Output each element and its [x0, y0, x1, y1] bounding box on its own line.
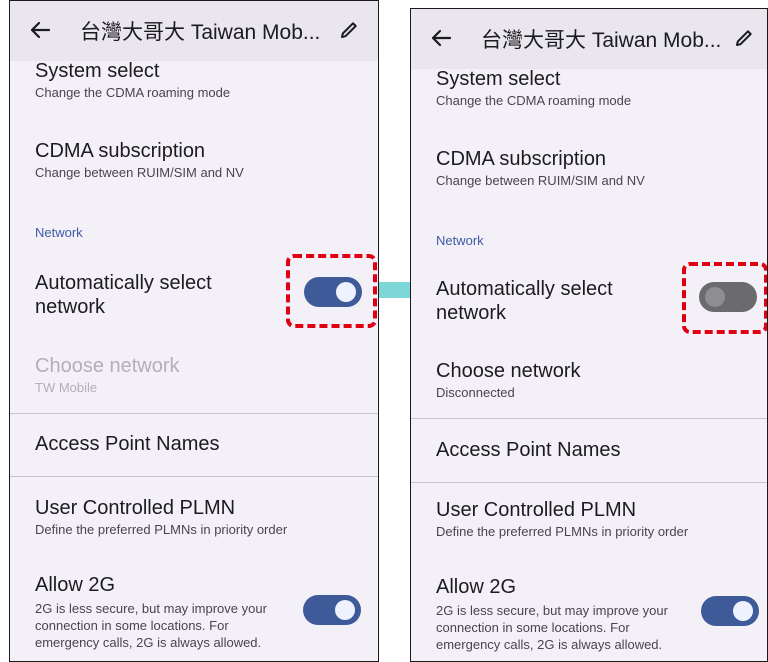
system-select-item[interactable]: System select Change the CDMA roaming mo… — [35, 59, 288, 101]
cdma-subscription-item[interactable]: CDMA subscription Change between RUIM/SI… — [436, 147, 677, 189]
app-bar: 台灣大哥大 Taiwan Mob... — [10, 1, 378, 61]
cdma-subscription-item[interactable]: CDMA subscription Change between RUIM/SI… — [35, 139, 288, 181]
item-title: CDMA subscription — [436, 148, 607, 170]
item-subtitle: Change between RUIM/SIM and NV — [35, 165, 244, 180]
item-title: Choose network — [35, 355, 180, 377]
item-subtitle: Change between RUIM/SIM and NV — [436, 173, 645, 188]
item-title: Allow 2G — [35, 574, 116, 596]
item-title: CDMA subscription — [35, 140, 206, 162]
item-subtitle: Disconnected — [436, 385, 515, 400]
item-subtitle: TW Mobile — [35, 380, 98, 395]
item-title: System select — [436, 68, 561, 90]
item-title: User Controlled PLMN — [436, 499, 637, 521]
choose-network-item: Choose network TW Mobile — [35, 354, 288, 396]
choose-network-item[interactable]: Choose network Disconnected — [436, 359, 677, 401]
access-point-names-item[interactable]: Access Point Names — [436, 438, 677, 462]
item-title: Allow 2G — [436, 576, 517, 598]
divider — [411, 418, 767, 419]
item-title: Choose network — [436, 360, 581, 382]
divider — [10, 476, 378, 477]
item-subtitle: Change the CDMA roaming mode — [436, 93, 632, 108]
item-title: User Controlled PLMN — [35, 497, 236, 519]
screen-before: 台灣大哥大 Taiwan Mob... System select Change… — [9, 0, 379, 662]
item-subtitle: 2G is less secure, but may improve your … — [35, 601, 267, 650]
page-title: 台灣大哥大 Taiwan Mob... — [481, 29, 722, 52]
pencil-icon[interactable] — [338, 19, 360, 41]
highlight-box — [682, 262, 767, 334]
user-controlled-plmn-item[interactable]: User Controlled PLMN Define the preferre… — [35, 496, 368, 538]
divider — [411, 482, 767, 483]
allow-2g-item[interactable]: Allow 2G 2G is less secure, but may impr… — [436, 575, 671, 653]
allow-2g-toggle[interactable] — [303, 595, 361, 625]
app-bar: 台灣大哥大 Taiwan Mob... — [411, 9, 767, 69]
system-select-item[interactable]: System select Change the CDMA roaming mo… — [436, 67, 677, 109]
allow-2g-item[interactable]: Allow 2G 2G is less secure, but may impr… — [35, 573, 274, 651]
section-header-network: Network — [436, 233, 484, 248]
page-title: 台灣大哥大 Taiwan Mob... — [80, 21, 321, 44]
automatically-select-network-item[interactable]: Automatically select network — [35, 271, 228, 319]
item-title: Access Point Names — [436, 439, 621, 461]
allow-2g-toggle[interactable] — [701, 596, 759, 626]
section-header-network: Network — [35, 225, 83, 240]
divider — [10, 413, 378, 414]
back-arrow-icon[interactable] — [28, 15, 52, 45]
item-title: System select — [35, 60, 160, 82]
item-subtitle: 2G is less secure, but may improve your … — [436, 603, 668, 652]
item-subtitle: Define the preferred PLMNs in priority o… — [436, 524, 689, 539]
item-subtitle: Define the preferred PLMNs in priority o… — [35, 522, 288, 537]
screen-after: 台灣大哥大 Taiwan Mob... System select Change… — [410, 8, 768, 662]
toggle-knob — [335, 600, 355, 620]
item-title: Access Point Names — [35, 433, 220, 455]
item-title: Automatically select network — [35, 272, 212, 318]
highlight-box — [286, 254, 377, 328]
back-arrow-icon[interactable] — [429, 23, 453, 53]
item-subtitle: Change the CDMA roaming mode — [35, 85, 231, 100]
automatically-select-network-item[interactable]: Automatically select network — [436, 277, 627, 325]
toggle-knob — [733, 601, 753, 621]
pencil-icon[interactable] — [733, 27, 755, 49]
item-title: Automatically select network — [436, 278, 613, 324]
access-point-names-item[interactable]: Access Point Names — [35, 432, 288, 456]
user-controlled-plmn-item[interactable]: User Controlled PLMN Define the preferre… — [436, 498, 763, 540]
